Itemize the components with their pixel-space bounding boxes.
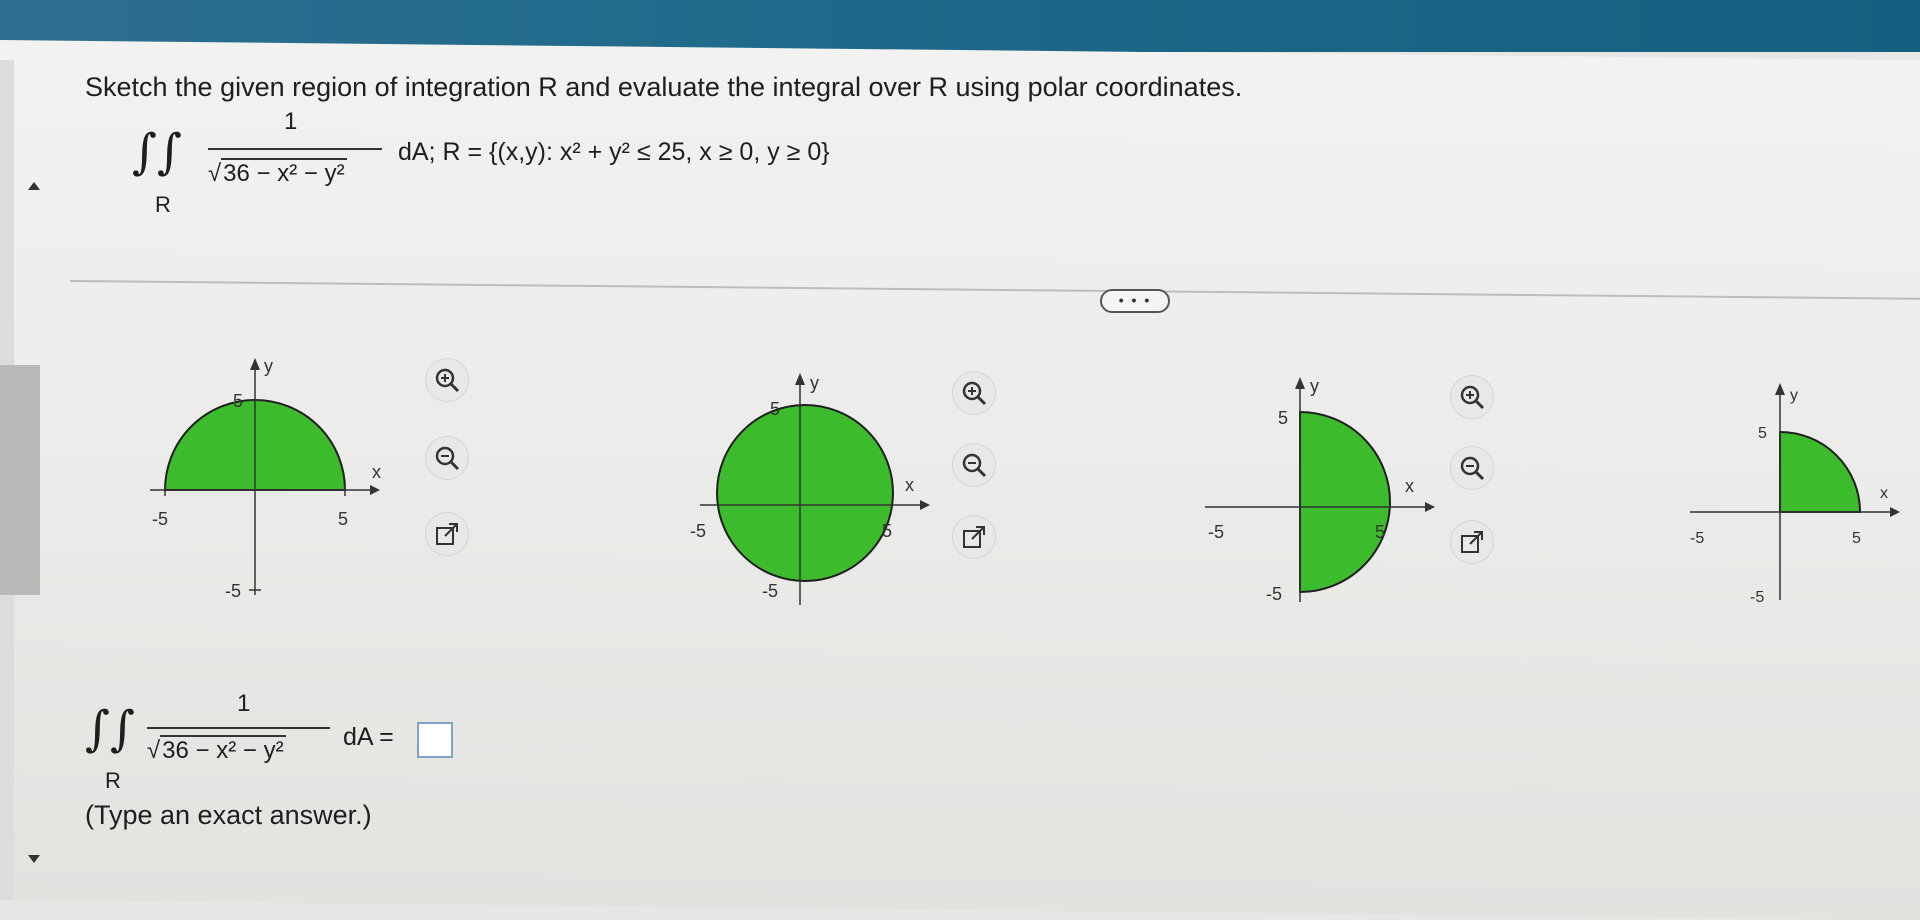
tick-label-pos-y: 5 [1758,425,1767,442]
open-graph-button[interactable] [952,515,996,559]
double-integral-symbol: ∫∫ [132,124,183,180]
zoom-in-icon [435,368,460,393]
zoom-in-button[interactable] [1450,375,1494,419]
tick-label-pos-x: 5 [1375,522,1385,542]
tick-label-pos-x: 5 [338,509,348,529]
y-axis-arrow [795,373,805,385]
graph-option-3[interactable]: y x -5 5 5 -5 [1200,372,1460,632]
zoom-out-icon [1460,456,1485,481]
y-axis-label: y [1790,387,1798,404]
answer-integrand-denominator: √36 − x² − y² [147,735,286,764]
tick-label-pos-x: 5 [882,521,892,541]
region-shape [1779,430,1862,513]
scroll-down-icon[interactable] [28,855,40,863]
open-graph-button[interactable] [1450,520,1494,564]
zoom-out-button[interactable] [952,443,996,487]
tick-label-neg-y: -5 [1750,589,1764,606]
zoom-out-icon [962,453,987,478]
answer-suffix: dA = [343,723,394,751]
zoom-out-button[interactable] [1450,446,1494,490]
x-axis-arrow [370,485,380,495]
integrand-denominator: √36 − x² − y² [208,158,347,187]
zoom-in-icon [1460,385,1485,410]
zoom-in-icon [962,381,987,406]
open-external-icon [436,523,458,545]
zoom-in-button[interactable] [425,358,469,402]
fraction-bar [208,148,382,150]
tick-label-neg-x: -5 [1208,522,1224,542]
open-external-icon [963,526,985,548]
region-shape [1299,410,1391,594]
x-axis-label: x [1880,485,1888,502]
graph-option-1[interactable]: y x -5 5 5 -5 [140,350,400,620]
zoom-out-button[interactable] [425,436,469,480]
y-axis-arrow [1295,377,1305,389]
tick-label-neg-x: -5 [690,521,706,541]
region-definition: dA; R = {(x,y): x² + y² ≤ 25, x ≥ 0, y ≥… [398,138,830,166]
question-prompt: Sketch the given region of integration R… [85,72,1243,102]
tick-label-neg-y: -5 [762,581,778,601]
tick-label-pos-x: 5 [1852,530,1861,547]
graph-option-4[interactable]: y x -5 5 5 -5 [1680,380,1910,620]
answer-integrand-numerator: 1 [237,690,251,717]
y-axis-label: y [1310,376,1319,396]
open-graph-button[interactable] [425,512,469,556]
tick-label-neg-x: -5 [1690,530,1704,547]
answer-integral-subscript: R [105,768,121,793]
x-axis-label: x [905,475,914,495]
x-axis-arrow [920,500,930,510]
y-axis-arrow [1775,383,1785,395]
left-scroll-tab[interactable] [0,365,40,595]
open-external-icon [1461,531,1483,553]
region-shape [716,404,894,582]
x-axis-arrow [1890,507,1900,517]
y-axis-label: y [810,373,819,393]
more-button[interactable]: • • • [1100,289,1170,313]
y-axis-label: y [264,356,273,376]
tick-label-pos-y: 5 [233,391,243,411]
y-axis-arrow [250,358,260,370]
tick-label-neg-y: -5 [225,581,241,601]
tick-label-pos-y: 5 [770,399,780,419]
x-axis-label: x [372,462,381,482]
answer-fraction-bar [147,727,330,729]
x-axis-arrow [1425,502,1435,512]
zoom-in-button[interactable] [952,371,996,415]
graph-option-2[interactable]: y x -5 5 5 -5 [690,365,950,625]
answer-input[interactable] [417,722,453,758]
answer-integral-symbol: ∫∫ [85,701,136,757]
tick-label-neg-x: -5 [152,509,168,529]
x-axis-label: x [1405,476,1414,496]
zoom-out-icon [435,446,460,471]
answer-hint: (Type an exact answer.) [85,800,372,830]
tick-label-pos-y: 5 [1278,408,1288,428]
scroll-up-icon[interactable] [28,182,40,190]
tick-label-neg-y: -5 [1266,584,1282,604]
integral-subscript: R [155,192,171,217]
integrand-numerator: 1 [284,108,298,135]
